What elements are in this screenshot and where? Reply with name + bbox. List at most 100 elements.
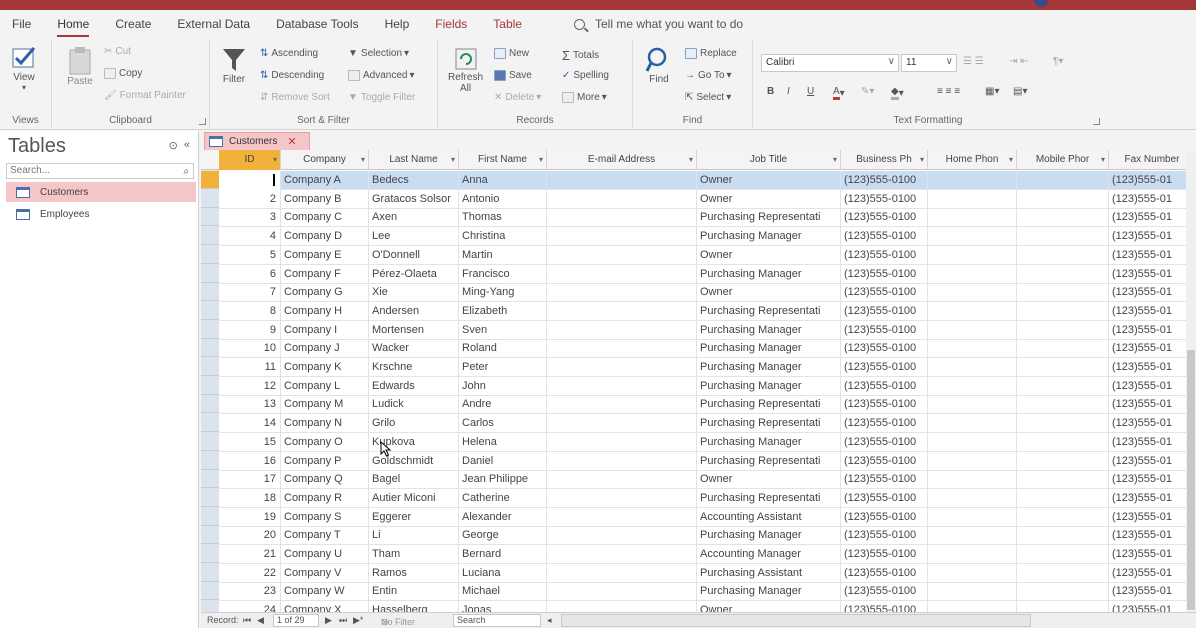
- column-header-company[interactable]: Company ▾: [281, 150, 369, 170]
- cell-first-name[interactable]: Peter: [459, 358, 547, 377]
- hscroll-left-button[interactable]: ◂: [547, 615, 552, 626]
- cell-home-phone[interactable]: [928, 339, 1017, 359]
- nav-options-icon[interactable]: ⊙: [169, 139, 178, 152]
- record-selector[interactable]: [201, 395, 219, 414]
- cell-email[interactable]: [547, 245, 697, 265]
- cell-id[interactable]: 20: [219, 526, 281, 546]
- alternate-row-color-icon[interactable]: ▦▾: [985, 86, 999, 97]
- highlight-icon[interactable]: ✎▾: [861, 86, 874, 97]
- cell-email[interactable]: [547, 358, 697, 377]
- cell-id[interactable]: 7: [219, 283, 281, 303]
- tab-external-data[interactable]: External Data: [177, 17, 250, 31]
- cell-last-name[interactable]: Pérez-Olaeta: [369, 264, 459, 284]
- cell-mobile-phone[interactable]: [1017, 432, 1109, 452]
- cell-email[interactable]: [547, 227, 697, 247]
- cell-business-phone[interactable]: (123)555-0100: [841, 320, 928, 340]
- cell-id[interactable]: 16: [219, 451, 281, 471]
- nav-item-customers[interactable]: Customers: [6, 182, 196, 202]
- sort-dropdown-icon[interactable]: ▾: [833, 150, 837, 169]
- filter-button[interactable]: Filter: [220, 46, 248, 85]
- record-selector[interactable]: [201, 488, 219, 507]
- cell-business-phone[interactable]: (123)555-0100: [841, 432, 928, 452]
- table-row[interactable]: 2 Company B Gratacos Solsor Antonio Owner (12…: [201, 189, 1196, 209]
- cell-email[interactable]: [547, 283, 697, 303]
- cell-business-phone[interactable]: (123)555-0100: [841, 376, 928, 396]
- cell-job-title[interactable]: Owner: [697, 470, 841, 490]
- cell-home-phone[interactable]: [928, 582, 1017, 602]
- cell-fax-number[interactable]: (123)555-01: [1109, 563, 1196, 583]
- cell-business-phone[interactable]: (123)555-0100: [841, 283, 928, 303]
- cell-mobile-phone[interactable]: [1017, 301, 1109, 321]
- cell-home-phone[interactable]: [928, 526, 1017, 546]
- cell-job-title[interactable]: Purchasing Representati: [697, 451, 841, 471]
- remove-sort-button[interactable]: ⇵ Remove Sort: [260, 92, 330, 103]
- cell-last-name[interactable]: Bedecs: [369, 171, 459, 190]
- cell-company[interactable]: Company N: [281, 414, 369, 434]
- cell-job-title[interactable]: Purchasing Manager: [697, 264, 841, 284]
- cell-email[interactable]: [547, 189, 697, 209]
- cell-home-phone[interactable]: [928, 451, 1017, 471]
- cell-id[interactable]: [219, 171, 281, 190]
- cell-job-title[interactable]: Purchasing Representati: [697, 395, 841, 415]
- cell-company[interactable]: Company M: [281, 395, 369, 415]
- tab-help[interactable]: Help: [385, 17, 410, 31]
- cell-home-phone[interactable]: [928, 432, 1017, 452]
- cell-mobile-phone[interactable]: [1017, 601, 1109, 612]
- cell-fax-number[interactable]: (123)555-01: [1109, 507, 1196, 527]
- cell-job-title[interactable]: Purchasing Manager: [697, 320, 841, 340]
- cell-id[interactable]: 10: [219, 339, 281, 359]
- cell-job-title[interactable]: Accounting Assistant: [697, 507, 841, 527]
- cell-first-name[interactable]: Alexander: [459, 507, 547, 527]
- cell-first-name[interactable]: Jean Philippe: [459, 470, 547, 490]
- cell-email[interactable]: [547, 507, 697, 527]
- font-size-select[interactable]: 11 ∨: [901, 54, 957, 72]
- cell-mobile-phone[interactable]: [1017, 395, 1109, 415]
- record-selector[interactable]: [201, 414, 219, 433]
- cell-job-title[interactable]: Purchasing Manager: [697, 582, 841, 602]
- cell-home-phone[interactable]: [928, 358, 1017, 377]
- column-header-id[interactable]: ID ▾: [219, 150, 281, 170]
- cell-mobile-phone[interactable]: [1017, 208, 1109, 228]
- cell-business-phone[interactable]: (123)555-0100: [841, 470, 928, 490]
- cell-email[interactable]: [547, 601, 697, 612]
- cell-fax-number[interactable]: (123)555-01: [1109, 414, 1196, 434]
- underline-icon[interactable]: U: [807, 86, 814, 97]
- cell-id[interactable]: 5: [219, 245, 281, 265]
- cell-fax-number[interactable]: (123)555-01: [1109, 339, 1196, 359]
- cell-first-name[interactable]: Helena: [459, 432, 547, 452]
- cell-company[interactable]: Company C: [281, 208, 369, 228]
- cell-job-title[interactable]: Purchasing Manager: [697, 526, 841, 546]
- column-header-email[interactable]: E-mail Address ▾: [547, 150, 697, 170]
- record-selector[interactable]: [201, 189, 219, 208]
- cell-first-name[interactable]: Christina: [459, 227, 547, 247]
- nav-item-employees[interactable]: Employees: [6, 204, 196, 224]
- cell-company[interactable]: Company Q: [281, 470, 369, 490]
- cell-company[interactable]: Company B: [281, 189, 369, 209]
- refresh-all-button[interactable]: Refresh All: [448, 46, 483, 94]
- cell-mobile-phone[interactable]: [1017, 264, 1109, 284]
- cell-id[interactable]: 6: [219, 264, 281, 284]
- cell-company[interactable]: Company J: [281, 339, 369, 359]
- font-color-icon[interactable]: A ▾: [833, 86, 845, 100]
- cell-email[interactable]: [547, 451, 697, 471]
- select-button[interactable]: ⇱ Select ▾: [685, 92, 731, 103]
- cell-last-name[interactable]: Xie: [369, 283, 459, 303]
- cell-fax-number[interactable]: (123)555-01: [1109, 171, 1196, 190]
- save-record-button[interactable]: Save: [494, 70, 532, 81]
- font-name-select[interactable]: Calibri ∨: [761, 54, 899, 72]
- cell-first-name[interactable]: Carlos: [459, 414, 547, 434]
- cell-company[interactable]: Company A: [281, 171, 369, 190]
- goto-button[interactable]: → Go To ▾: [685, 70, 732, 81]
- cell-business-phone[interactable]: (123)555-0100: [841, 208, 928, 228]
- cell-first-name[interactable]: George: [459, 526, 547, 546]
- cell-mobile-phone[interactable]: [1017, 189, 1109, 209]
- record-selector[interactable]: [201, 301, 219, 320]
- record-selector[interactable]: [201, 582, 219, 601]
- align-icons[interactable]: ≡ ≡ ≡: [937, 86, 960, 97]
- clipboard-launcher-icon[interactable]: [199, 118, 206, 125]
- italic-icon[interactable]: I: [787, 86, 790, 97]
- cell-last-name[interactable]: Krschne: [369, 358, 459, 377]
- cell-email[interactable]: [547, 414, 697, 434]
- current-record-field[interactable]: 1 of 29: [273, 614, 319, 627]
- cell-home-phone[interactable]: [928, 563, 1017, 583]
